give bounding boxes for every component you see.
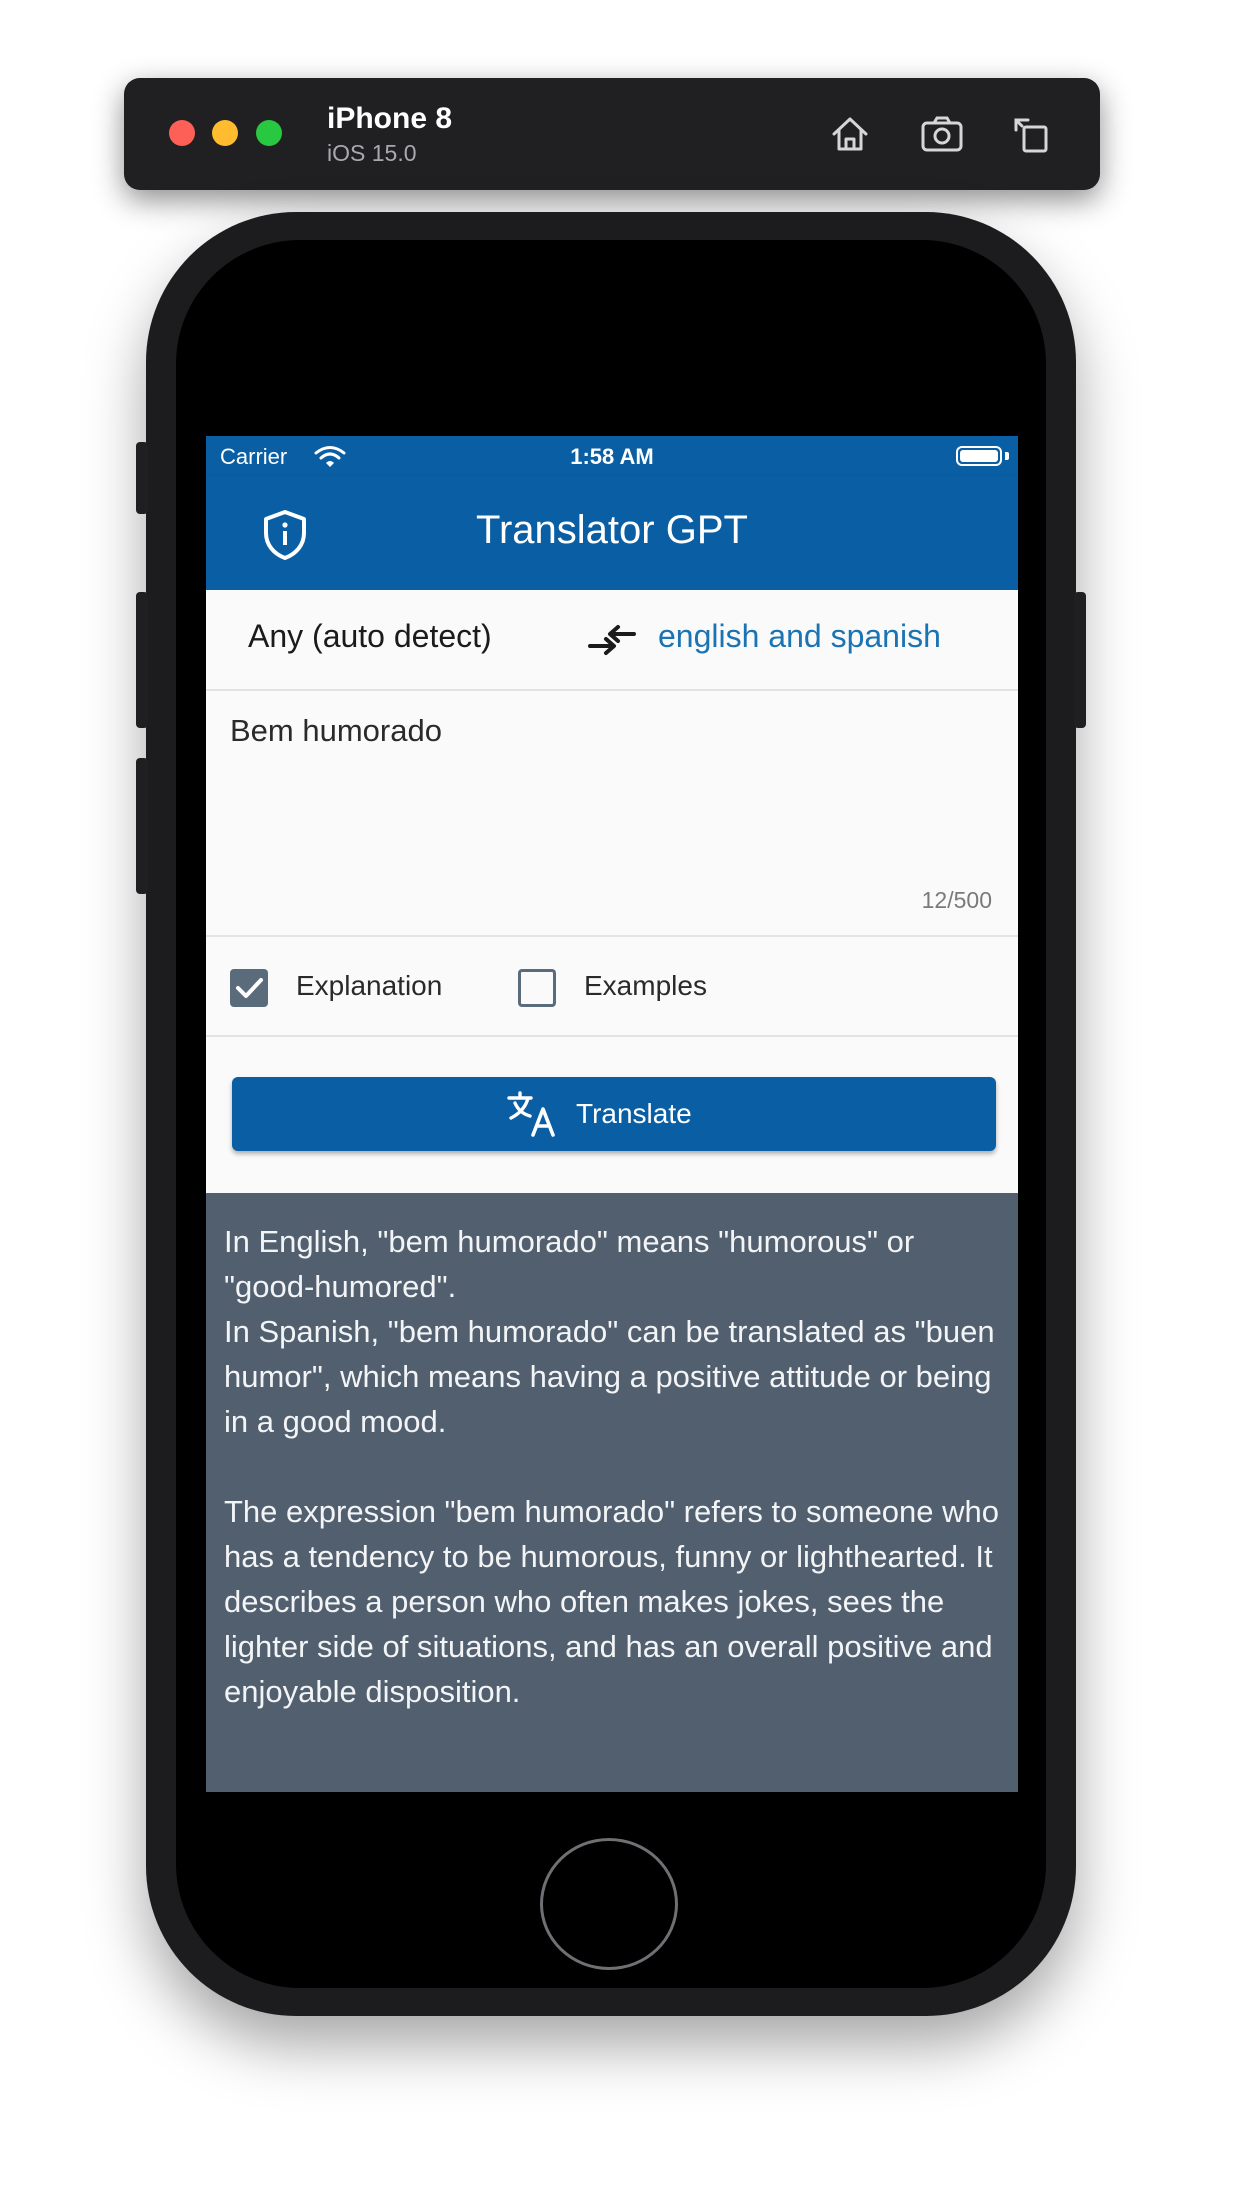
clock: 1:58 AM [570, 444, 654, 469]
translate-section: Translate [206, 1037, 1018, 1193]
examples-label[interactable]: Examples [584, 970, 707, 1002]
result-text: In English, "bem humorado" means "humoro… [224, 1224, 1000, 1709]
minimize-window-button[interactable] [212, 120, 238, 146]
target-language-selector[interactable]: english and spanish [658, 618, 941, 655]
rotate-icon[interactable] [1006, 108, 1058, 160]
zoom-window-button[interactable] [256, 120, 282, 146]
app-bar: Translator GPT [206, 476, 1018, 590]
input-text[interactable]: Bem humorado [230, 713, 442, 749]
examples-checkbox[interactable] [518, 969, 556, 1007]
simulator-toolbar: iPhone 8 iOS 15.0 [124, 78, 1100, 190]
translate-icon [507, 1091, 555, 1137]
language-selector-row: Any (auto detect) english and spanish [206, 590, 1018, 691]
explanation-checkbox[interactable] [230, 969, 268, 1007]
volume-up-button [136, 592, 148, 728]
screenshot-icon[interactable] [916, 108, 968, 160]
status-bar: Carrier 1:58 AM [206, 436, 1018, 476]
device-name: iPhone 8 [327, 102, 453, 135]
options-row: Explanation Examples [206, 937, 1018, 1037]
source-language-selector[interactable]: Any (auto detect) [248, 618, 492, 655]
home-button[interactable] [540, 1838, 678, 1970]
app-screen: Carrier 1:58 AM Translator GPT Any (auto… [206, 436, 1018, 1792]
app-title: Translator GPT [476, 508, 748, 552]
mute-switch [136, 442, 148, 514]
power-button [1074, 592, 1086, 728]
close-window-button[interactable] [169, 120, 195, 146]
explanation-label[interactable]: Explanation [296, 970, 442, 1002]
result-panel: In English, "bem humorado" means "humoro… [206, 1193, 1018, 1792]
home-icon[interactable] [824, 108, 876, 160]
translate-button[interactable]: Translate [232, 1077, 996, 1151]
input-textarea[interactable]: Bem humorado 12/500 [206, 691, 1018, 937]
swap-arrows-icon[interactable] [586, 616, 638, 664]
battery-tip [1005, 452, 1009, 460]
volume-down-button [136, 758, 148, 894]
battery-icon [956, 446, 1002, 466]
os-version: iOS 15.0 [327, 140, 417, 166]
translate-button-label: Translate [576, 1098, 692, 1129]
character-counter: 12/500 [921, 887, 992, 913]
